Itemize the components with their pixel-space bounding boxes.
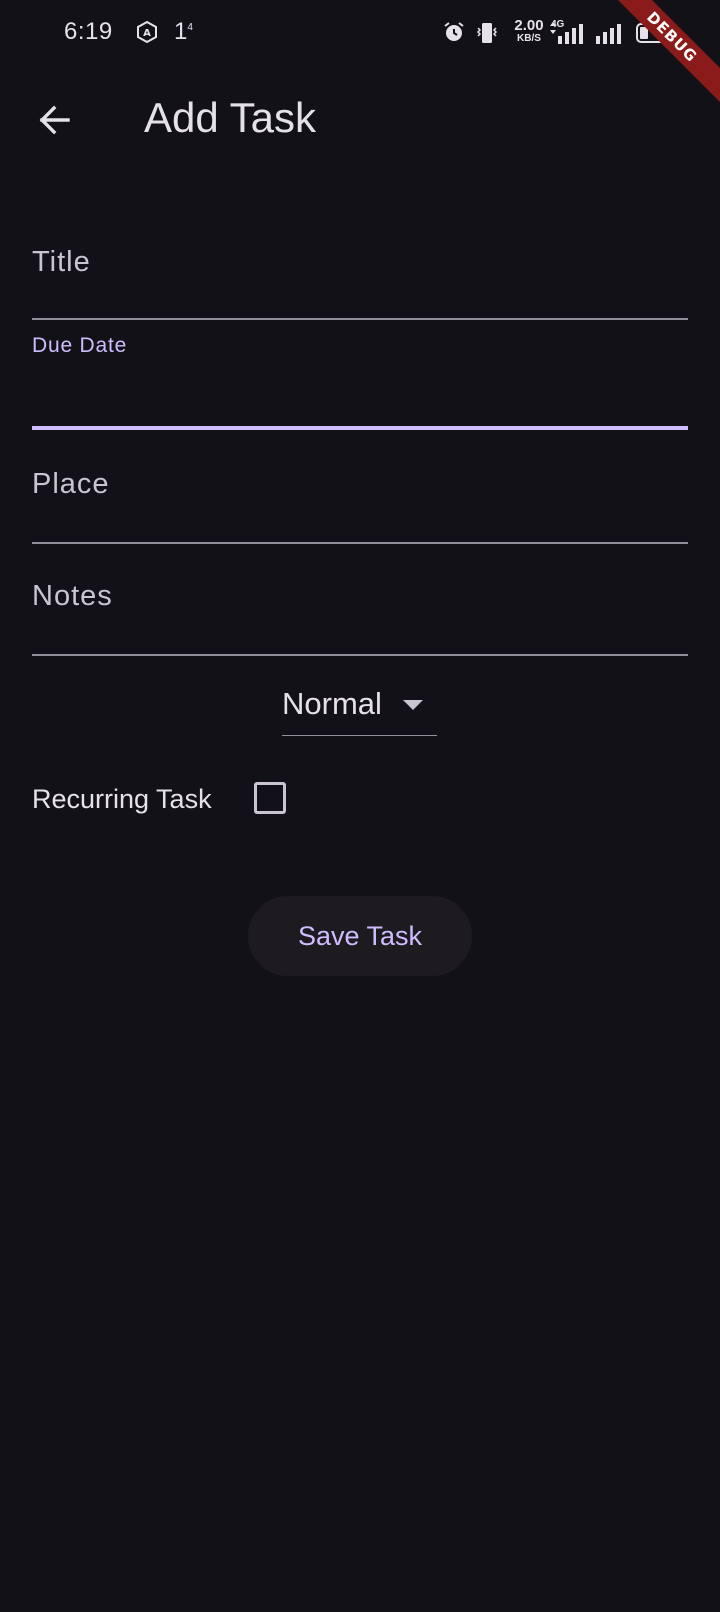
recurring-task-label: Recurring Task (32, 784, 212, 814)
place-field[interactable]: Place (32, 456, 688, 544)
back-button[interactable] (24, 92, 84, 152)
place-field-label: Place (32, 468, 110, 500)
title-field[interactable]: Title (32, 236, 688, 320)
status-time: 6:19 (64, 18, 113, 45)
signal-bars-icon (557, 22, 587, 49)
title-field-label: Title (32, 246, 91, 278)
page-title: Add Task (144, 94, 316, 141)
network-speed: 2.00 KB/S (514, 17, 544, 44)
due-date-field-label: Due Date (32, 334, 128, 357)
priority-dropdown-underline (282, 735, 437, 736)
dropdown-arrow-icon (402, 698, 424, 716)
status-bar: 6:19 A 14 2.00 KB/S 4G (0, 0, 720, 66)
signal-bars-icon (595, 22, 625, 49)
priority-dropdown[interactable]: Normal (282, 684, 438, 736)
app-bar: Add Task (0, 66, 720, 178)
notification-count: 14 (174, 18, 193, 45)
notes-field[interactable]: Notes (32, 568, 688, 656)
notes-field-underline (32, 654, 688, 656)
priority-selected-value: Normal (282, 686, 382, 721)
recurring-task-checkbox[interactable] (254, 782, 286, 814)
save-task-button[interactable]: Save Task (248, 896, 472, 976)
due-date-field[interactable]: Due Date (32, 320, 688, 432)
svg-text:A: A (143, 28, 151, 39)
due-date-field-underline (32, 426, 688, 430)
battery-icon (636, 22, 680, 49)
hexagon-a-icon: A (135, 20, 159, 44)
notes-field-label: Notes (32, 580, 113, 612)
place-field-underline (32, 542, 688, 544)
vibrate-icon (474, 20, 500, 51)
alarm-icon (442, 20, 466, 49)
arrow-back-icon (34, 100, 74, 145)
